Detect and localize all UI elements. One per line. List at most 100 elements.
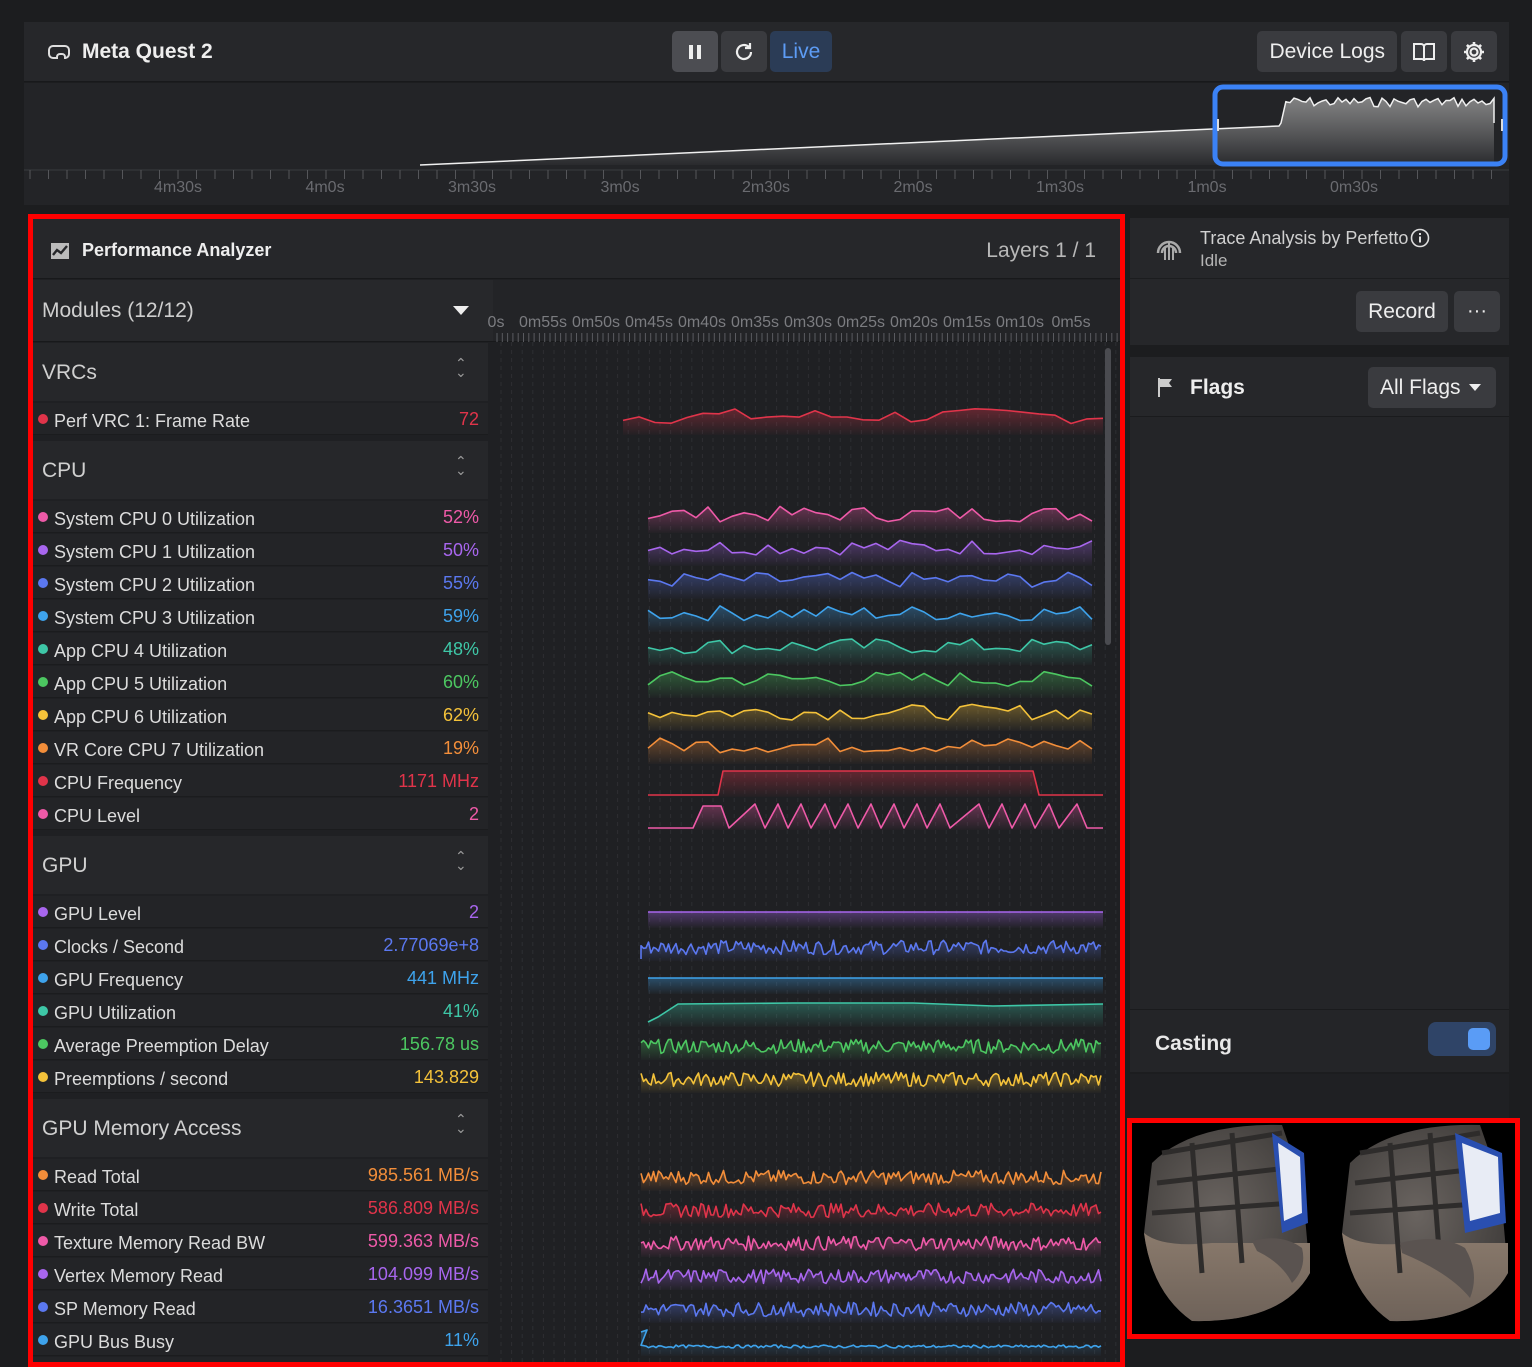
spacer — [1130, 1074, 1509, 1118]
refresh-button[interactable] — [721, 31, 767, 72]
series-color-dot — [38, 809, 48, 819]
series-color-dot — [38, 1170, 48, 1180]
series-color-dot — [38, 512, 48, 522]
more-options-button[interactable]: ··· — [1454, 291, 1500, 332]
metric-row[interactable]: App CPU 4 Utilization 48% — [33, 633, 488, 665]
metric-row[interactable]: GPU Level 2 — [33, 896, 488, 928]
metric-value: 104.099 MB/s — [367, 1264, 479, 1284]
overview-time-label: 4m0s — [305, 179, 345, 196]
metric-row[interactable]: System CPU 2 Utilization 55% — [33, 567, 488, 599]
series-area — [648, 605, 1092, 632]
metric-label: System CPU 0 Utilization — [54, 509, 256, 529]
info-icon[interactable] — [1410, 228, 1430, 248]
timeline-overview[interactable]: 4m30s 4m0s 3m30s 3m0s 2m30s 2m0s 1m30s 1m0s 0m30… — [24, 83, 1509, 205]
metric-value: 41% — [442, 1001, 479, 1021]
section-label: VRCs — [42, 361, 97, 384]
metric-row[interactable]: Perf VRC 1: Frame Rate 72 — [33, 403, 488, 435]
time-label: 0m20s — [889, 314, 939, 331]
metric-row[interactable]: Texture Memory Read BW 599.363 MB/s — [33, 1225, 488, 1257]
metric-label: Read Total — [54, 1167, 140, 1187]
metric-row[interactable]: App CPU 6 Utilization 62% — [33, 699, 488, 731]
metric-row[interactable]: Clocks / Second 2.77069e+8 — [33, 929, 488, 961]
flags-filter-select[interactable]: All Flags — [1368, 367, 1496, 408]
metric-row[interactable]: CPU Frequency 1171 MHz — [33, 765, 488, 797]
docs-button[interactable] — [1401, 31, 1447, 72]
metric-value: 2 — [468, 804, 479, 824]
device-selector[interactable]: Meta Quest 2 — [48, 40, 213, 64]
section-header[interactable]: CPU ⌃ ⌄ — [33, 441, 488, 499]
series-area — [648, 978, 1103, 994]
section-header[interactable]: GPU Memory Access ⌃ ⌄ — [33, 1099, 488, 1157]
metric-row[interactable]: Read Total 985.561 MB/s — [33, 1159, 488, 1191]
series-color-dot — [38, 710, 48, 720]
metric-row[interactable]: App CPU 5 Utilization 60% — [33, 666, 488, 698]
series-color-dot — [38, 907, 48, 917]
chart-icon — [51, 242, 69, 259]
layers-indicator[interactable]: Layers 1 / 1 — [986, 239, 1096, 263]
metrics-graph — [500, 342, 1117, 1362]
series-color-dot — [38, 1039, 48, 1049]
section-label: CPU — [42, 459, 87, 482]
metric-label: System CPU 3 Utilization — [54, 608, 256, 628]
series-color-dot — [38, 611, 48, 621]
trace-status: Idle — [1200, 251, 1228, 270]
pause-button[interactable] — [672, 31, 718, 72]
metric-label: Vertex Memory Read — [54, 1266, 224, 1286]
series-color-dot — [38, 677, 48, 687]
metric-row[interactable]: Vertex Fetch Stall1% — [33, 1357, 488, 1362]
series-color-dot — [38, 1302, 48, 1312]
expand-collapse-icon[interactable]: ⌃ ⌄ — [455, 356, 467, 379]
metric-label: SP Memory Read — [54, 1299, 196, 1319]
metric-value: 586.809 MB/s — [367, 1198, 479, 1218]
flags-header: Flags All Flags — [1130, 357, 1509, 417]
casting-toggle[interactable] — [1428, 1022, 1496, 1056]
book-icon — [1413, 42, 1435, 61]
record-button[interactable]: Record — [1356, 291, 1448, 332]
overview-time-label: 0m30s — [1329, 179, 1379, 196]
time-label: 0m10s — [995, 314, 1045, 331]
metric-row[interactable]: GPU Utilization 41% — [33, 995, 488, 1027]
settings-button[interactable] — [1451, 31, 1497, 72]
metric-value: 11% — [444, 1330, 479, 1350]
expand-collapse-icon[interactable]: ⌃ ⌄ — [455, 849, 467, 872]
series-color-dot — [38, 940, 48, 950]
metric-value: 1171 MHz — [398, 771, 479, 791]
metric-row[interactable]: SP Memory Read 16.3651 MB/s — [33, 1291, 488, 1323]
metric-row[interactable]: Write Total 586.809 MB/s — [33, 1192, 488, 1224]
time-label: 0m35s — [730, 314, 780, 331]
metric-value: 19% — [442, 738, 479, 758]
vertical-scrollbar[interactable] — [1105, 348, 1111, 645]
metric-row[interactable]: GPU Frequency 441 MHz — [33, 962, 488, 994]
live-button[interactable]: Live — [770, 31, 832, 72]
metric-row[interactable]: System CPU 0 Utilization 52% — [33, 501, 488, 533]
metric-row[interactable]: VR Core CPU 7 Utilization 19% — [33, 732, 488, 764]
section-header[interactable]: VRCs ⌃ ⌄ — [33, 343, 488, 401]
overview-time-label: 2m30s — [741, 179, 791, 196]
metric-row[interactable]: Preemptions / second 143.829 — [33, 1061, 488, 1093]
metric-row[interactable]: CPU Level 2 — [33, 798, 488, 830]
expand-collapse-icon[interactable]: ⌃ ⌄ — [455, 1112, 467, 1135]
metric-label: Perf VRC 1: Frame Rate — [54, 411, 251, 431]
time-ruler[interactable]: 0s 0m55s 0m50s 0m45s 0m40s 0m35s 0m30s 0m25s 0m2… — [488, 280, 1120, 342]
metric-row[interactable]: Vertex Memory Read 104.099 MB/s — [33, 1258, 488, 1290]
pause-icon — [689, 44, 701, 59]
metric-value: 599.363 MB/s — [367, 1231, 479, 1251]
modules-dropdown[interactable]: Modules (12/12) — [33, 280, 493, 342]
metric-row[interactable]: System CPU 1 Utilization 50% — [33, 534, 488, 566]
section-header[interactable]: GPU ⌃ ⌄ — [33, 836, 488, 894]
metric-row[interactable]: GPU Bus Busy 11% — [33, 1324, 488, 1356]
series-area — [641, 1330, 1101, 1356]
series-area — [648, 540, 1092, 566]
expand-collapse-icon[interactable]: ⌃ ⌄ — [455, 454, 467, 477]
overview-area — [420, 97, 1494, 165]
time-label: 0m25s — [836, 314, 886, 331]
playback-controls: Live — [672, 31, 832, 72]
trace-title: Trace Analysis by Perfetto — [1200, 228, 1409, 248]
headset-icon — [48, 45, 70, 59]
time-label: 0m5s — [1051, 314, 1091, 331]
toggle-knob — [1468, 1028, 1490, 1050]
metric-row[interactable]: System CPU 3 Utilization 59% — [33, 600, 488, 632]
metric-row[interactable]: Average Preemption Delay 156.78 us — [33, 1028, 488, 1060]
device-logs-button[interactable]: Device Logs — [1257, 31, 1397, 72]
cast-preview — [1127, 1118, 1520, 1339]
